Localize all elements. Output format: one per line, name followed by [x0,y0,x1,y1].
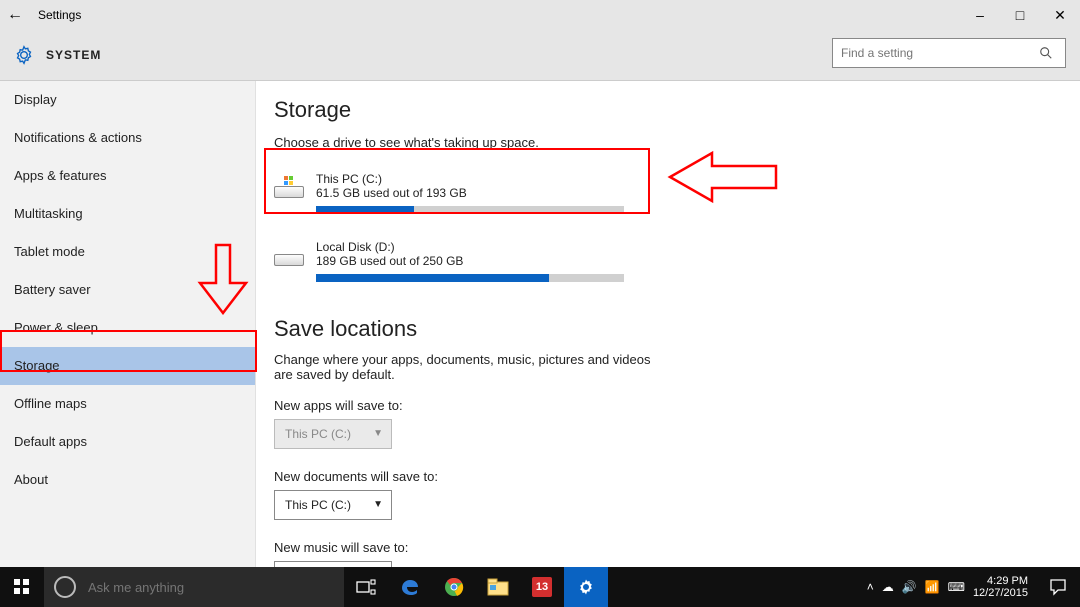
save-music-label: New music will save to: [274,540,1080,555]
sidebar-item-storage[interactable]: Storage [0,347,255,385]
save-locations-desc: Change where your apps, documents, music… [274,352,654,382]
sidebar-item-tablet[interactable]: Tablet mode [0,233,255,271]
drive-icon [274,244,306,268]
back-button[interactable]: ← [0,6,30,24]
window-title: Settings [30,8,81,22]
system-tray[interactable]: ˄ ☁ 🔊 📶 ⌨ [859,580,973,594]
save-locations-title: Save locations [274,316,1080,342]
tray-network-icon[interactable]: 📶 [925,580,940,594]
drive-c[interactable]: This PC (C:) 61.5 GB used out of 193 GB [274,168,694,218]
maximize-button[interactable]: □ [1000,7,1040,23]
cortana-icon [54,576,76,598]
breadcrumb: SYSTEM [46,48,101,62]
taskbar-app-edge[interactable] [388,567,432,607]
cortana-input[interactable] [86,579,344,596]
drive-usage: 61.5 GB used out of 193 GB [316,186,694,200]
save-apps-label: New apps will save to: [274,398,1080,413]
taskbar-app-settings[interactable] [564,567,608,607]
search-box[interactable] [832,38,1066,68]
header: SYSTEM [0,30,1080,80]
task-view-button[interactable] [344,567,388,607]
sidebar-item-power[interactable]: Power & sleep [0,309,255,347]
taskbar-app-calendar[interactable]: 13 [520,567,564,607]
chevron-down-icon: ▼ [373,420,383,448]
gear-icon [14,45,34,65]
combo-value: This PC (C:) [285,498,351,512]
taskbar: 13 ˄ ☁ 🔊 📶 ⌨ 4:29 PM 12/27/2015 [0,567,1080,607]
taskbar-clock[interactable]: 4:29 PM 12/27/2015 [973,575,1036,599]
drive-icon [274,176,306,200]
cortana-search[interactable] [44,567,344,607]
titlebar: ← Settings – □ ✕ [0,0,1080,30]
drive-name: This PC (C:) [316,172,694,186]
save-documents-combo[interactable]: This PC (C:) ▼ [274,490,392,520]
minimize-button[interactable]: – [960,7,1000,23]
save-apps-combo[interactable]: This PC (C:) ▼ [274,419,392,449]
sidebar-item-about[interactable]: About [0,461,255,499]
drive-usage: 189 GB used out of 250 GB [316,254,694,268]
storage-subtext: Choose a drive to see what's taking up s… [274,135,1080,150]
sidebar-item-apps[interactable]: Apps & features [0,157,255,195]
tray-onedrive-icon[interactable]: ☁ [882,580,894,594]
sidebar-item-offline-maps[interactable]: Offline maps [0,385,255,423]
content: Storage Choose a drive to see what's tak… [256,81,1080,567]
search-input[interactable] [833,46,1039,60]
tray-chevron-icon[interactable]: ˄ [867,580,874,594]
sidebar-item-multitasking[interactable]: Multitasking [0,195,255,233]
sidebar: Display Notifications & actions Apps & f… [0,81,256,567]
sidebar-item-display[interactable]: Display [0,81,255,119]
page-title: Storage [274,97,1080,123]
body: Display Notifications & actions Apps & f… [0,80,1080,567]
start-button[interactable] [0,567,44,607]
tray-input-icon[interactable]: ⌨ [948,580,965,594]
taskbar-app-chrome[interactable] [432,567,476,607]
clock-date: 12/27/2015 [973,587,1028,599]
drive-bar [316,206,624,214]
action-center-button[interactable] [1036,567,1080,607]
drive-name: Local Disk (D:) [316,240,694,254]
combo-value: This PC (C:) [285,427,351,441]
sidebar-item-notifications[interactable]: Notifications & actions [0,119,255,157]
tray-volume-icon[interactable]: 🔊 [902,580,917,594]
drive-d[interactable]: Local Disk (D:) 189 GB used out of 250 G… [274,236,694,286]
search-icon [1039,46,1065,60]
drive-bar [316,274,624,282]
taskbar-app-explorer[interactable] [476,567,520,607]
save-documents-label: New documents will save to: [274,469,1080,484]
clock-time: 4:29 PM [973,575,1028,587]
chevron-down-icon: ▼ [373,491,383,519]
sidebar-item-battery[interactable]: Battery saver [0,271,255,309]
close-button[interactable]: ✕ [1040,7,1080,24]
sidebar-item-default-apps[interactable]: Default apps [0,423,255,461]
